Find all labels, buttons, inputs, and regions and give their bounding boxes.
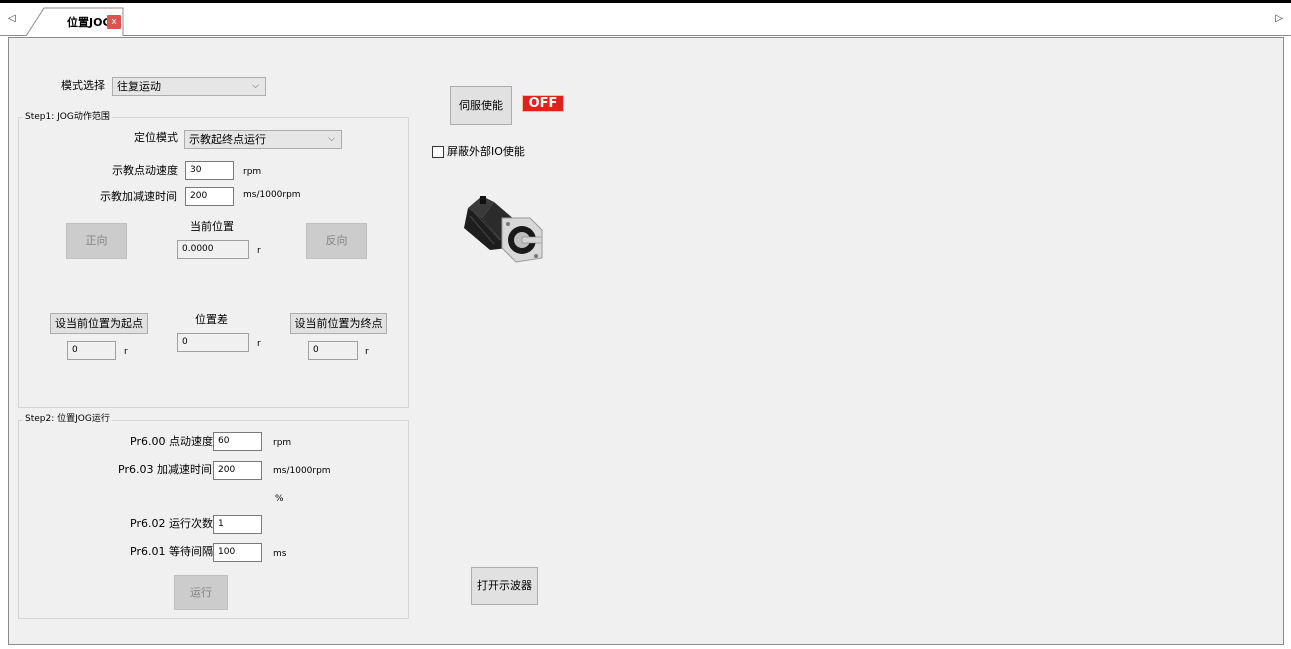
- start-position-field: 0: [67, 341, 116, 360]
- end-position-field: 0: [308, 341, 358, 360]
- position-diff-field: 0: [177, 333, 249, 352]
- mask-io-label[interactable]: 屏蔽外部IO使能: [447, 145, 525, 159]
- current-position-unit: r: [257, 246, 261, 256]
- servo-status-badge: OFF: [522, 95, 564, 112]
- jog-speed-label: Pr6.00 点动速度: [130, 435, 213, 448]
- current-position-label: 当前位置: [190, 220, 234, 233]
- teach-accel-label: 示教加减速时间: [100, 190, 177, 203]
- open-oscilloscope-button[interactable]: 打开示波器: [471, 567, 538, 605]
- teach-accel-input[interactable]: 200: [185, 187, 234, 206]
- jog-speed-input[interactable]: 60: [213, 432, 262, 451]
- current-position-field: 0.0000: [177, 240, 249, 259]
- tab-title[interactable]: 位置JOG: [67, 16, 111, 30]
- servo-motor-image: [464, 196, 543, 263]
- tab-bar: [0, 3, 1291, 36]
- interval-input[interactable]: 100: [213, 543, 262, 562]
- accel-input[interactable]: 200: [213, 461, 262, 480]
- set-start-button[interactable]: 设当前位置为起点: [50, 313, 148, 334]
- chevron-down-icon: ⌵: [328, 134, 335, 144]
- mask-io-checkbox[interactable]: [432, 146, 444, 158]
- percent-unit: %: [275, 494, 284, 504]
- interval-unit: ms: [273, 549, 287, 559]
- teach-accel-unit: ms/1000rpm: [243, 190, 301, 200]
- step1-title: Step1: JOG动作范围: [23, 111, 112, 123]
- jog-speed-unit: rpm: [273, 438, 292, 448]
- servo-enable-button[interactable]: 伺服使能: [450, 86, 512, 125]
- teach-speed-input[interactable]: 30: [185, 161, 234, 180]
- set-end-button[interactable]: 设当前位置为终点: [290, 313, 387, 334]
- mode-select[interactable]: 往复运动 ⌵: [112, 77, 266, 96]
- run-count-label: Pr6.02 运行次数: [130, 517, 213, 530]
- step2-title: Step2: 位置JOG运行: [23, 413, 112, 425]
- tab-close-icon[interactable]: x: [107, 15, 121, 29]
- interval-label: Pr6.01 等待间隔: [130, 545, 213, 558]
- teach-speed-unit: rpm: [243, 167, 262, 177]
- positioning-mode-value: 示教起终点运行: [189, 133, 266, 146]
- jog-reverse-button[interactable]: 反向: [306, 223, 367, 259]
- end-position-unit: r: [365, 347, 369, 357]
- run-count-input[interactable]: 1: [213, 515, 262, 534]
- positioning-mode-select[interactable]: 示教起终点运行 ⌵: [184, 130, 342, 149]
- position-diff-label: 位置差: [195, 313, 228, 326]
- chevron-down-icon: ⌵: [252, 81, 259, 91]
- position-diff-unit: r: [257, 339, 261, 349]
- accel-label: Pr6.03 加减速时间: [118, 463, 212, 476]
- mode-select-value: 往复运动: [117, 80, 161, 93]
- tab-scroll-left-icon[interactable]: ◁: [8, 13, 16, 25]
- jog-forward-button[interactable]: 正向: [66, 223, 127, 259]
- teach-speed-label: 示教点动速度: [112, 164, 178, 177]
- mode-select-label: 模式选择: [61, 79, 105, 92]
- run-button[interactable]: 运行: [174, 575, 228, 610]
- accel-unit: ms/1000rpm: [273, 466, 331, 476]
- start-position-unit: r: [124, 347, 128, 357]
- tab-scroll-right-icon[interactable]: ▷: [1275, 13, 1283, 25]
- positioning-mode-label: 定位模式: [134, 131, 178, 144]
